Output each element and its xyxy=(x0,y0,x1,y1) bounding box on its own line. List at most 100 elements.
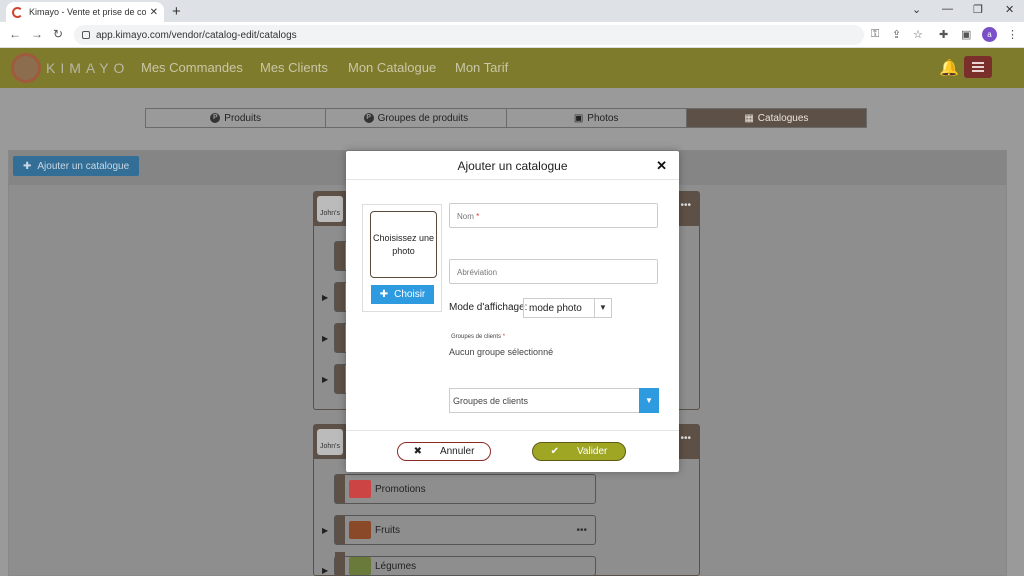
list-item[interactable]: Légumes xyxy=(334,552,596,576)
tab-groupes-de-produits[interactable]: P Groupes de produits xyxy=(326,109,507,127)
more-options-icon[interactable]: ••• xyxy=(680,200,691,211)
cancel-button[interactable]: ✖ Annuler xyxy=(397,442,491,461)
forward-icon[interactable]: → xyxy=(31,27,43,41)
browser-menu-icon[interactable]: ⋮ xyxy=(1007,28,1018,41)
display-mode-label: Mode d'affichage: xyxy=(449,302,528,313)
client-groups-label-text: Groupes de clients xyxy=(451,334,502,340)
divider xyxy=(346,179,679,180)
list-item-label: Promotions xyxy=(375,483,426,495)
close-icon: ✖ xyxy=(413,446,422,457)
restore-icon[interactable]: ❐ xyxy=(973,3,983,16)
image-icon: ▣ xyxy=(573,112,584,124)
nav-mes-clients[interactable]: Mes Clients xyxy=(260,60,328,75)
modal-title: Ajouter un catalogue xyxy=(457,159,568,173)
fruits-thumbnail xyxy=(349,521,371,539)
validate-button[interactable]: ✔ Valider xyxy=(532,442,626,461)
star-icon[interactable]: ☆ xyxy=(913,28,923,41)
expand-caret-icon[interactable]: ▶ xyxy=(322,375,328,384)
expand-caret-icon[interactable]: ▶ xyxy=(322,566,328,575)
tab-search-icon[interactable]: ⌄ xyxy=(912,3,921,16)
profile-avatar[interactable]: a xyxy=(982,27,997,42)
required-mark: * xyxy=(476,212,480,221)
client-groups-select[interactable]: Groupes de clients ▼ xyxy=(449,388,659,413)
logo-icon[interactable] xyxy=(11,53,41,83)
plus-icon: ✚ xyxy=(23,160,32,172)
expand-caret-icon[interactable]: ▶ xyxy=(322,334,328,343)
tab-produits[interactable]: P Produits xyxy=(146,109,327,127)
reload-icon[interactable]: ↻ xyxy=(53,27,63,41)
abbreviation-placeholder: Abréviation xyxy=(457,268,498,277)
display-mode-select[interactable]: mode photo ▼ xyxy=(523,298,612,318)
close-window-icon[interactable]: ✕ xyxy=(1005,3,1014,16)
tab-catalogues[interactable]: ▦ Catalogues xyxy=(686,109,866,127)
minimize-icon[interactable]: — xyxy=(942,3,953,15)
tab-title: Kimayo - Vente et prise de comm xyxy=(29,7,146,17)
catalog-segmented-control: P Produits P Groupes de produits ▣ Photo… xyxy=(145,108,867,128)
bell-icon[interactable]: 🔔 xyxy=(939,58,959,77)
nav-mon-tarif[interactable]: Mon Tarif xyxy=(455,60,508,75)
lock-icon xyxy=(82,31,90,39)
expand-caret-icon[interactable]: ▶ xyxy=(322,526,328,535)
tab-photos[interactable]: ▣ Photos xyxy=(506,109,687,127)
browser-tabbar: Kimayo - Vente et prise de comm ✕ + ⌄ — … xyxy=(0,0,1024,22)
new-tab-icon[interactable]: + xyxy=(172,3,181,20)
logo-text[interactable]: KIMAYO xyxy=(46,60,129,76)
browser-toolbar: ← → ↻ app.kimayo.com/vendor/catalog-edit… xyxy=(0,22,1024,48)
url-text: app.kimayo.com/vendor/catalog-edit/catal… xyxy=(96,29,297,41)
drag-handle-icon[interactable] xyxy=(335,552,345,576)
sidepanel-icon[interactable]: ▣ xyxy=(961,28,971,41)
app-header: KIMAYO Mes Commandes Mes Clients Mon Cat… xyxy=(0,48,1024,88)
cancel-label: Annuler xyxy=(439,446,475,457)
tab-label: Groupes de produits xyxy=(377,112,469,124)
choose-photo-button[interactable]: ✚ Choisir xyxy=(371,285,434,304)
display-mode-value: mode photo xyxy=(529,302,582,314)
tab-label: Photos xyxy=(587,112,619,124)
hamburger-menu-button[interactable] xyxy=(964,56,992,78)
plus-icon: ✚ xyxy=(379,289,389,300)
drag-handle-icon[interactable] xyxy=(335,475,345,503)
nav-mon-catalogue[interactable]: Mon Catalogue xyxy=(348,60,436,75)
grid-icon: ▦ xyxy=(744,112,754,124)
list-item-label: Légumes xyxy=(375,560,417,572)
add-catalog-modal: Ajouter un catalogue ✕ Choisissez une ph… xyxy=(346,151,679,472)
more-options-icon[interactable]: ••• xyxy=(680,433,691,444)
back-icon[interactable]: ← xyxy=(9,27,21,41)
extensions-icon[interactable]: ✚ xyxy=(939,28,948,41)
client-groups-label: Groupes de clients * xyxy=(451,334,505,340)
name-field[interactable]: Nom * xyxy=(449,203,658,228)
key-icon[interactable]: ⚿ xyxy=(871,28,879,41)
promotions-thumbnail xyxy=(349,480,371,498)
catalog-avatar: John's xyxy=(317,196,343,222)
photo-placeholder[interactable]: Choisissez une photo xyxy=(370,211,437,278)
validate-label: Valider xyxy=(577,446,608,457)
close-tab-icon[interactable]: ✕ xyxy=(150,7,158,18)
add-catalog-label: Ajouter un catalogue xyxy=(37,160,130,172)
choose-label: Choisir xyxy=(394,289,426,300)
list-item[interactable]: Promotions xyxy=(334,474,596,504)
drag-handle-icon[interactable] xyxy=(335,516,345,544)
legumes-thumbnail xyxy=(349,557,371,575)
add-catalog-button[interactable]: ✚ Ajouter un catalogue xyxy=(13,156,140,176)
more-options-icon[interactable]: ••• xyxy=(576,525,587,536)
check-icon: ✔ xyxy=(550,446,559,457)
required-mark: * xyxy=(502,334,506,340)
nav-mes-commandes[interactable]: Mes Commandes xyxy=(141,60,243,75)
photo-picker: Choisissez une photo ✚ Choisir xyxy=(362,204,442,312)
tab-label: Catalogues xyxy=(757,112,809,124)
favicon-icon xyxy=(12,6,23,18)
tab-label: Produits xyxy=(224,112,261,124)
p-circle-icon: P xyxy=(363,113,374,123)
address-bar[interactable]: app.kimayo.com/vendor/catalog-edit/catal… xyxy=(74,25,864,45)
browser-tab[interactable]: Kimayo - Vente et prise de comm ✕ xyxy=(6,2,164,22)
close-icon[interactable]: ✕ xyxy=(656,158,667,174)
client-groups-empty-text: Aucun groupe sélectionné xyxy=(449,347,554,357)
p-circle-icon: P xyxy=(210,113,221,123)
share-icon[interactable]: ⇪ xyxy=(892,28,901,41)
list-item[interactable]: Fruits ••• xyxy=(334,515,596,545)
client-groups-select-text: Groupes de clients xyxy=(453,396,529,406)
abbreviation-field[interactable]: Abréviation xyxy=(449,259,658,284)
catalog-avatar: John's xyxy=(317,429,343,455)
chevron-down-icon: ▼ xyxy=(594,299,611,317)
chevron-down-icon[interactable]: ▼ xyxy=(639,388,659,413)
expand-caret-icon[interactable]: ▶ xyxy=(322,293,328,302)
